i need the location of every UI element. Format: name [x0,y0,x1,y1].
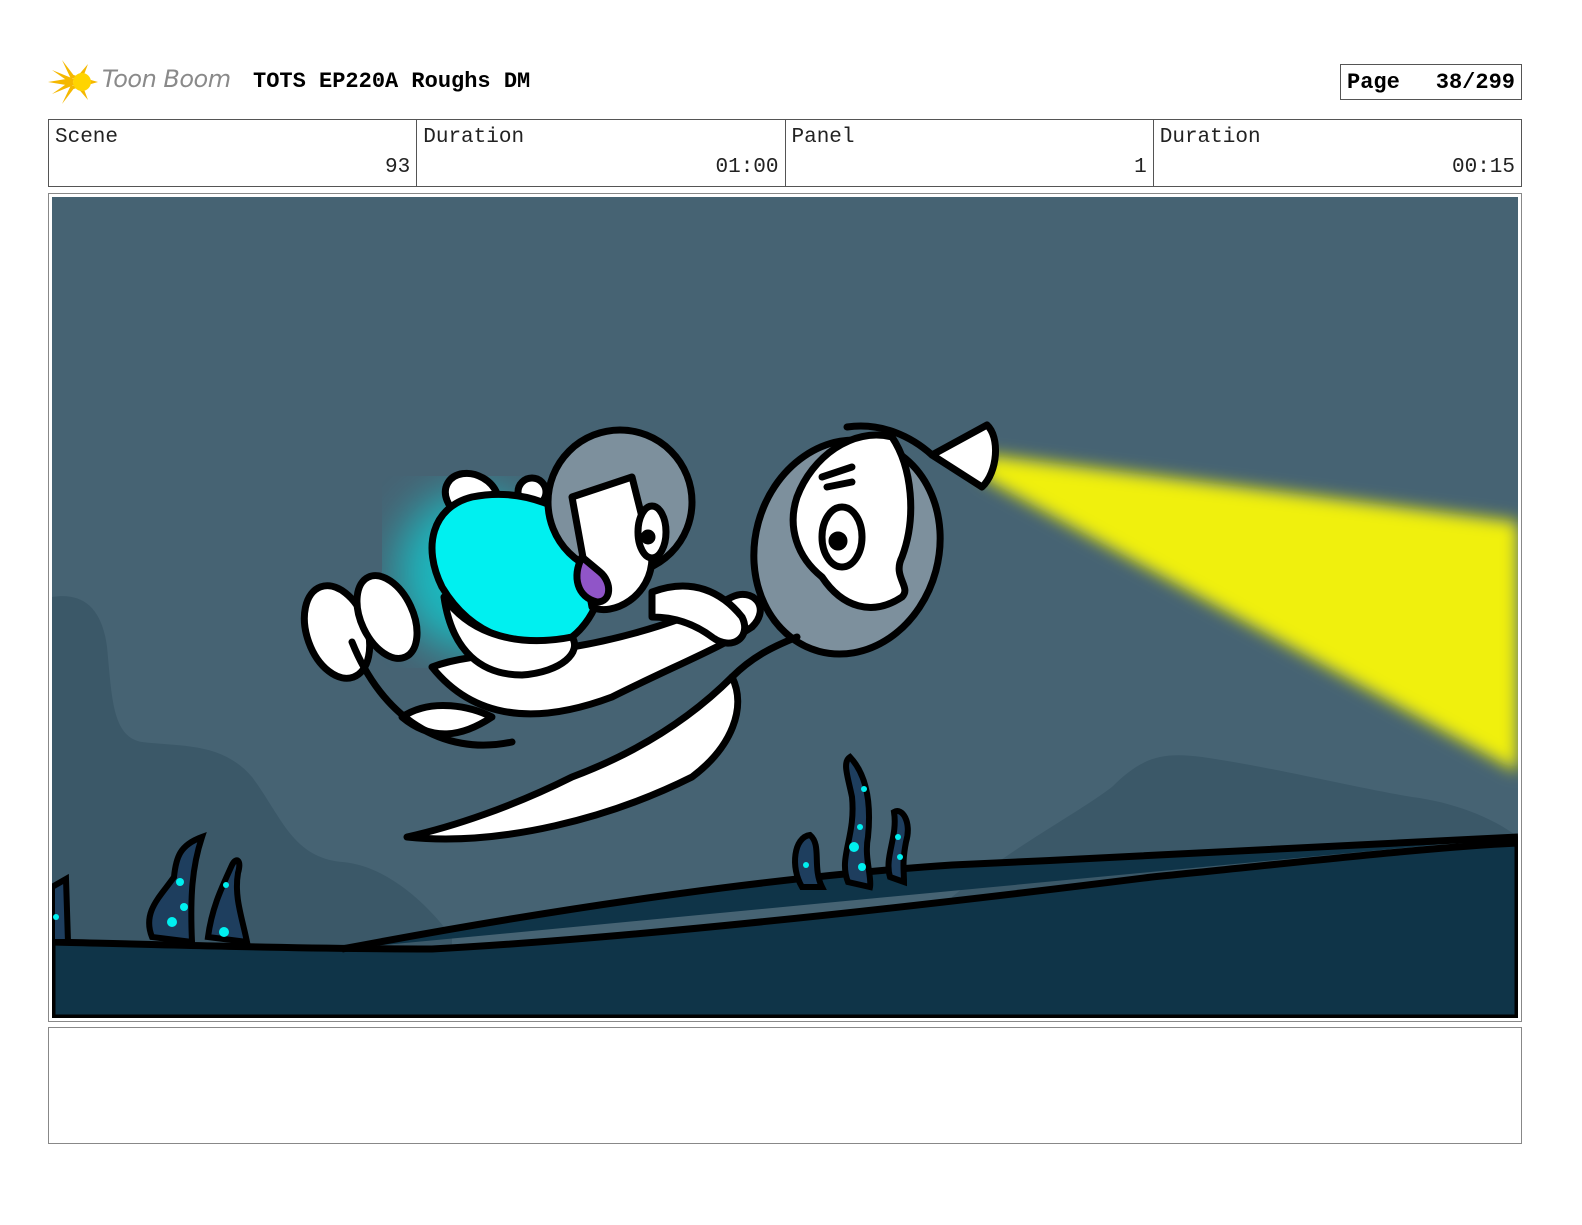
panel-label: Panel [791,126,855,149]
page-label: Page [1347,70,1400,95]
panel-notes [48,1027,1522,1144]
scene-value: 93 [385,156,411,179]
panel-duration-value: 00:15 [1451,156,1515,179]
scene-duration-cell: Duration 01:00 [417,120,786,186]
page-indicator: Page 38/299 [1340,64,1522,100]
panel-duration-label: Duration [1159,126,1261,149]
panel-value: 1 [1134,156,1147,179]
starburst-logo-icon [48,60,98,104]
page-header: Toon Boom TOTS EP220A Roughs DM Page 38/… [48,56,1522,108]
storyboard-panel [48,193,1522,1022]
panel-cell: Panel 1 [786,120,1154,186]
panel-artwork [52,197,1518,1018]
scene-cell: Scene 93 [49,120,418,186]
brand-name: Toon Boom [102,65,231,93]
scene-info-table: Scene 93 Duration 01:00 Panel 1 Duration… [48,119,1522,187]
scene-duration-value: 01:00 [715,156,779,179]
scene-duration-label: Duration [423,126,525,149]
page-number: 38/299 [1435,70,1515,95]
scene-label: Scene [55,126,119,149]
panel-duration-cell: Duration 00:15 [1154,120,1521,186]
toon-boom-logo: Toon Boom [48,56,238,108]
document-title: TOTS EP220A Roughs DM [253,69,531,94]
